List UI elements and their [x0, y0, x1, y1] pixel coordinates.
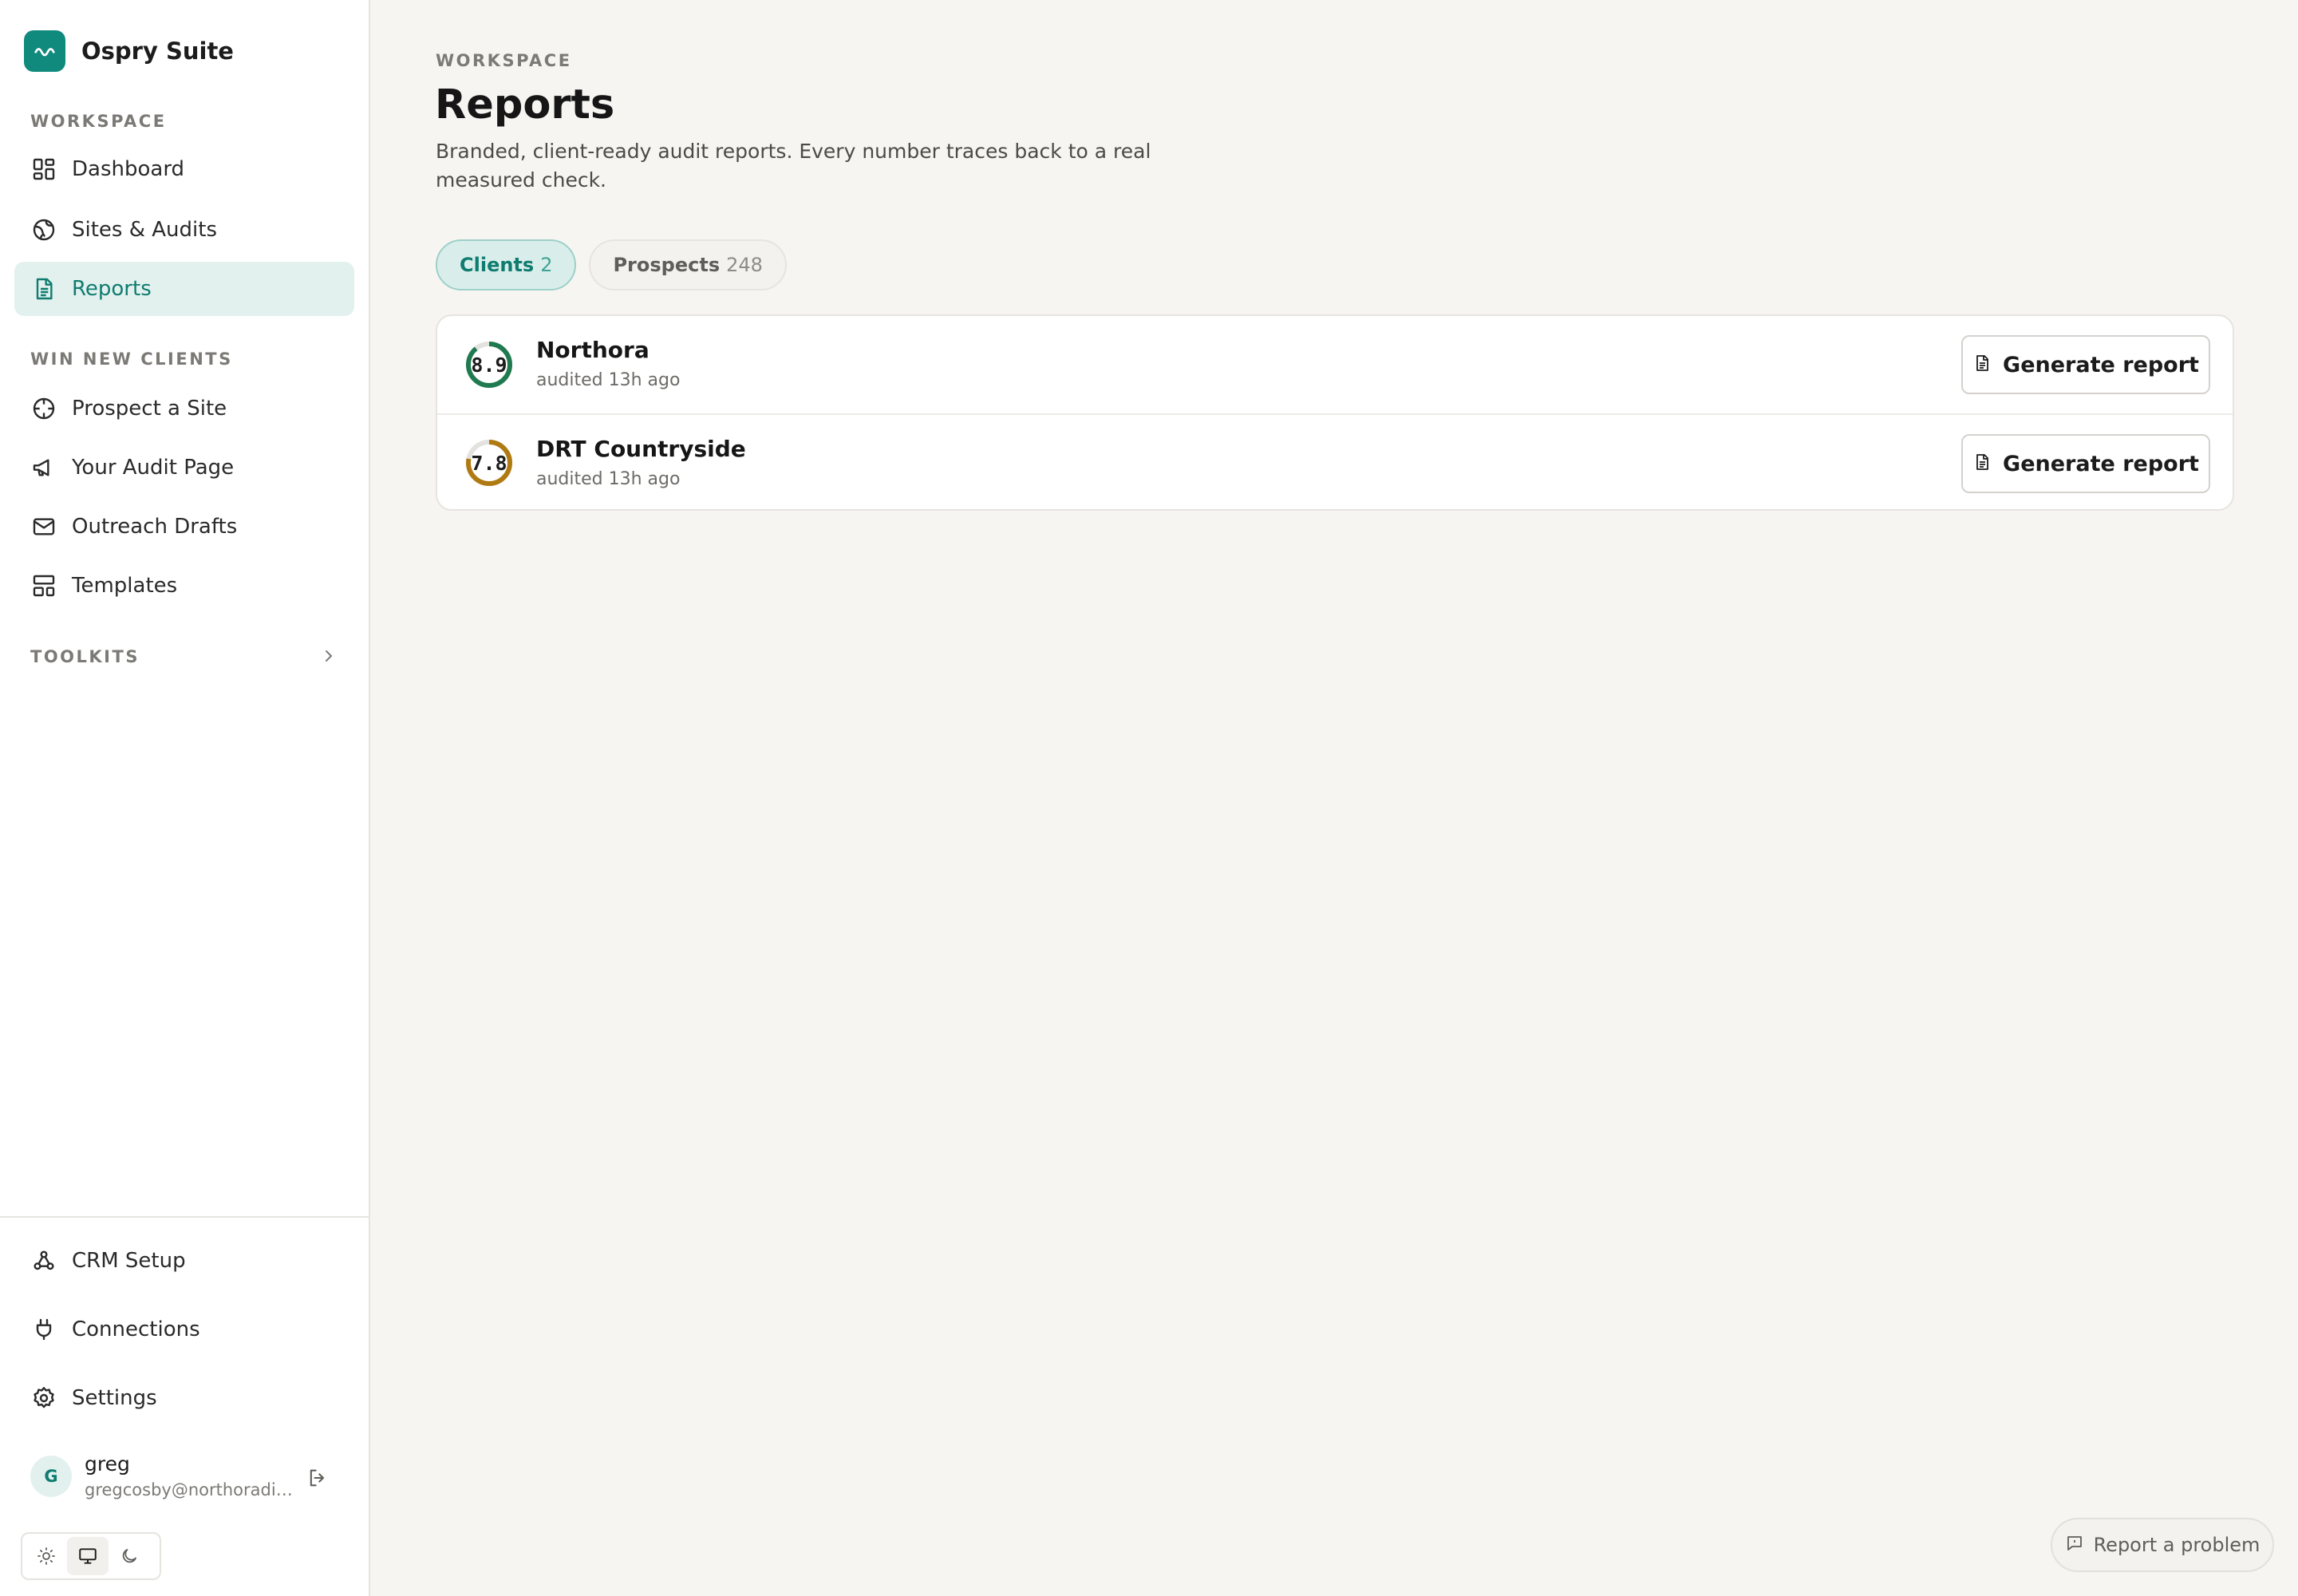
sidebar-item-label: Prospect a Site [72, 397, 227, 421]
tab-bar: Clients 2 Prospects 248 [436, 239, 800, 290]
webhook-icon [30, 1247, 57, 1274]
moon-icon[interactable] [109, 1537, 150, 1575]
mail-icon [30, 513, 57, 540]
sidebar-item-connections[interactable]: Connections [14, 1302, 354, 1357]
document-icon [30, 275, 57, 302]
sidebar-item-label: Reports [72, 277, 152, 301]
generate-report-label: Generate report [2003, 451, 2199, 476]
list-item: 8.9 Northora audited 13h ago Generate re… [437, 316, 2233, 413]
sidebar-item-label: Your Audit Page [72, 456, 235, 480]
sidebar-item-label: Connections [72, 1317, 200, 1341]
generate-report-button[interactable]: Generate report [1961, 434, 2210, 493]
avatar: G [30, 1455, 72, 1497]
layout-icon [30, 572, 57, 599]
sidebar-item-label: Templates [72, 574, 178, 598]
section-label-toolkits[interactable]: TOOLKITS [30, 647, 140, 666]
monitor-icon[interactable] [67, 1537, 109, 1575]
user-profile[interactable]: G greg gregcosby@northoradigi... [30, 1452, 294, 1499]
client-name[interactable]: DRT Countryside [536, 436, 746, 462]
sun-icon[interactable] [26, 1537, 67, 1575]
generate-report-label: Generate report [2003, 352, 2199, 377]
brand[interactable]: Ospry Suite [24, 30, 234, 72]
score-ring: 8.9 [464, 340, 514, 389]
sidebar-item-settings[interactable]: Settings [14, 1371, 354, 1425]
page-title: Reports [435, 81, 615, 128]
sidebar-item-sites-audits[interactable]: Sites & Audits [14, 203, 354, 257]
user-name: greg [85, 1452, 130, 1476]
tab-label: Prospects [613, 254, 721, 276]
plug-icon [30, 1316, 57, 1343]
clients-list: 8.9 Northora audited 13h ago Generate re… [436, 314, 2234, 511]
score-value: 8.9 [471, 353, 507, 377]
client-name[interactable]: Northora [536, 337, 650, 363]
document-icon [1972, 354, 1992, 376]
tab-count: 2 [540, 254, 553, 276]
sidebar-item-outreach-drafts[interactable]: Outreach Drafts [14, 500, 354, 554]
sidebar: Ospry Suite WORKSPACE Dashboard Sites & … [0, 0, 370, 1596]
sidebar-item-label: Outreach Drafts [72, 515, 238, 539]
sidebar-item-templates[interactable]: Templates [14, 559, 354, 613]
report-problem-button[interactable]: Report a problem [2051, 1518, 2274, 1572]
dashboard-icon [30, 156, 57, 183]
section-label-workspace: WORKSPACE [30, 112, 167, 131]
gear-icon [30, 1385, 57, 1412]
sidebar-item-reports[interactable]: Reports [14, 262, 354, 316]
user-email: gregcosby@northoradigi... [85, 1480, 294, 1499]
brand-name: Ospry Suite [81, 38, 234, 65]
audit-time: audited 13h ago [536, 370, 681, 390]
section-label-win-new-clients: WIN NEW CLIENTS [30, 350, 233, 369]
crosshair-icon [30, 395, 57, 422]
sidebar-divider [0, 1216, 370, 1218]
sidebar-item-label: Dashboard [72, 157, 185, 181]
chevron-right-icon[interactable] [319, 646, 338, 666]
sidebar-item-your-audit-page[interactable]: Your Audit Page [14, 440, 354, 495]
tab-clients[interactable]: Clients 2 [436, 239, 577, 290]
document-icon [1972, 452, 1992, 475]
sidebar-item-crm-setup[interactable]: CRM Setup [14, 1234, 354, 1288]
wave-icon [24, 30, 65, 72]
globe-icon [30, 216, 57, 243]
page-description: Branded, client-ready audit reports. Eve… [436, 140, 1151, 192]
score-ring: 7.8 [464, 438, 514, 488]
tab-prospects[interactable]: Prospects 248 [589, 239, 787, 290]
audit-time: audited 13h ago [536, 469, 681, 489]
sidebar-item-dashboard[interactable]: Dashboard [14, 142, 354, 196]
sidebar-item-prospect-a-site[interactable]: Prospect a Site [14, 381, 354, 436]
sidebar-item-label: Sites & Audits [72, 218, 217, 242]
tab-label: Clients [460, 254, 535, 276]
message-icon [2065, 1534, 2084, 1556]
sidebar-item-label: CRM Setup [72, 1249, 186, 1273]
megaphone-icon [30, 454, 57, 481]
list-item: 7.8 DRT Countryside audited 13h ago Gene… [437, 413, 2233, 511]
generate-report-button[interactable]: Generate report [1961, 335, 2210, 394]
theme-switch [21, 1532, 161, 1580]
report-problem-label: Report a problem [2093, 1534, 2260, 1556]
breadcrumb: WORKSPACE [436, 51, 572, 70]
score-value: 7.8 [471, 451, 507, 475]
logout-icon[interactable] [305, 1465, 330, 1491]
tab-count: 248 [726, 254, 763, 276]
sidebar-item-label: Settings [72, 1386, 157, 1410]
